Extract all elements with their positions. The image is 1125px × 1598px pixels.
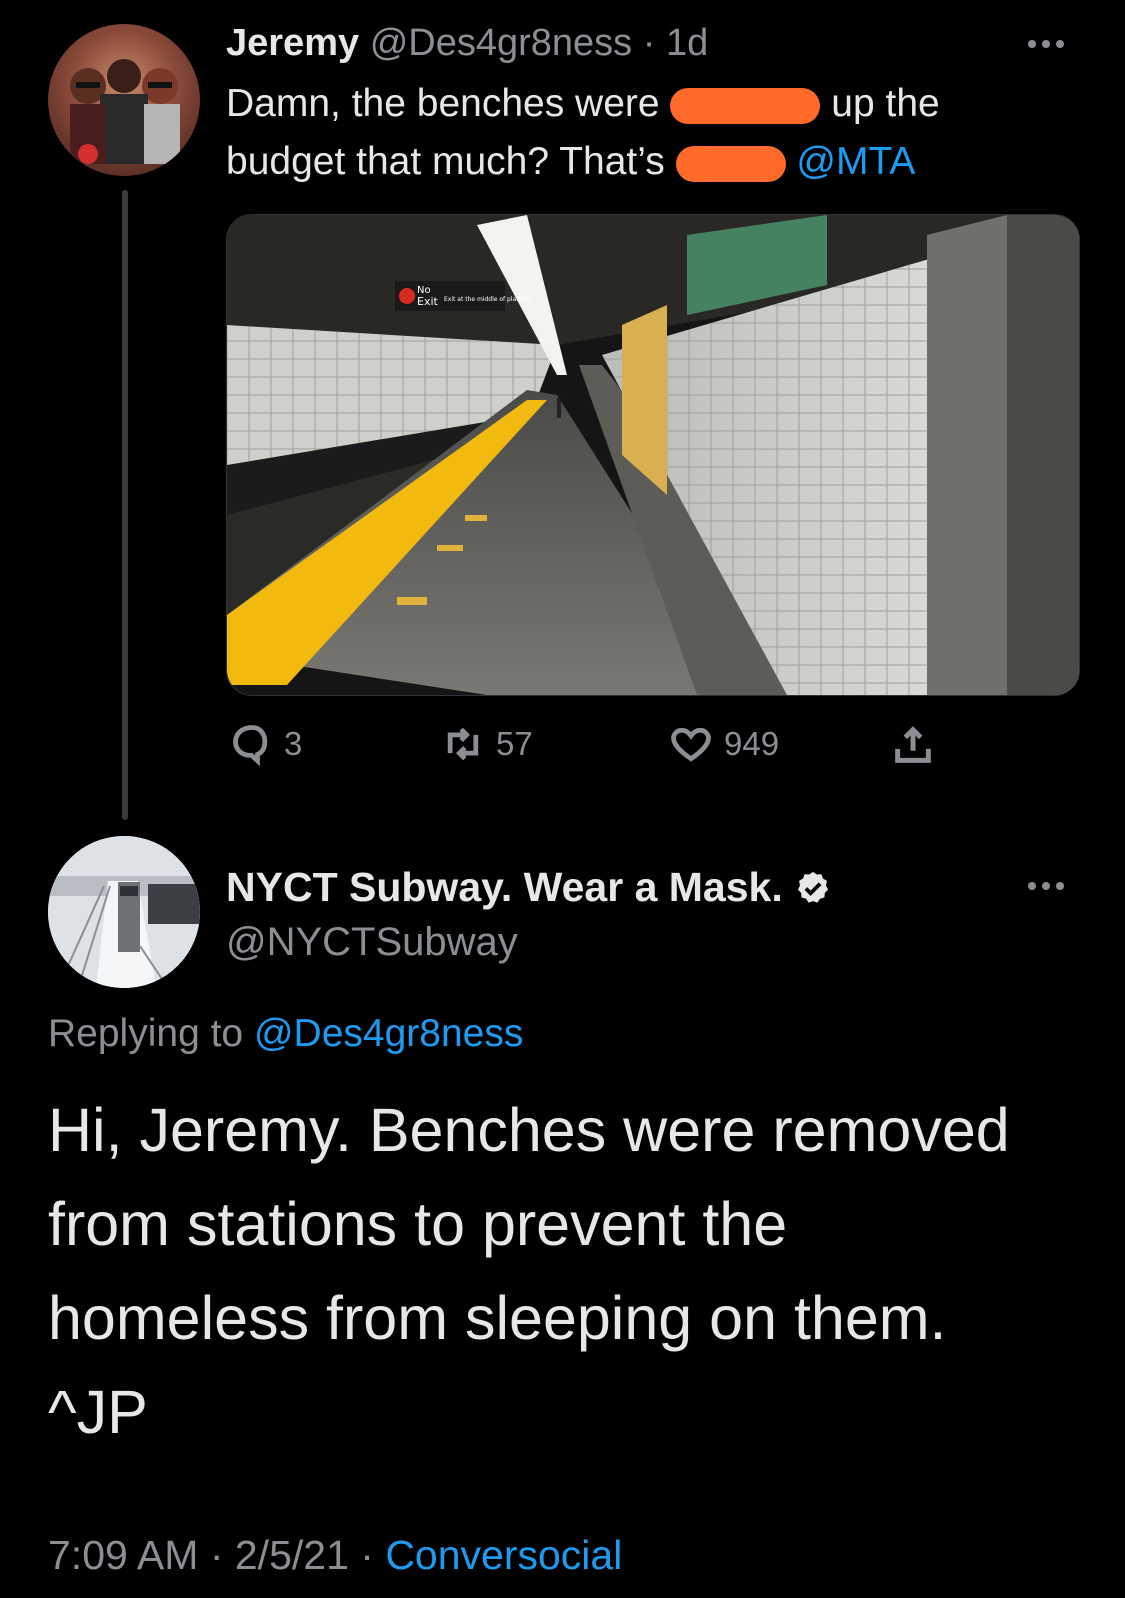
tweet1-time[interactable]: 1d (666, 22, 708, 64)
verified-badge-icon (798, 871, 829, 903)
tweet1-text-part1: Damn, the benches were (226, 82, 660, 125)
heart-icon (671, 727, 711, 762)
reply-button[interactable]: 3 (230, 722, 302, 766)
retweet-icon (447, 727, 479, 761)
tweet1-handle[interactable]: @Des4gr8ness (370, 22, 632, 64)
tweet2-body: Hi, Jeremy. Benches were removed from st… (48, 1083, 1010, 1459)
tweet1-text-part3: budget that much? That’s (226, 140, 665, 183)
photo-sign-text: Exit at the middle of platform (444, 296, 533, 303)
replying-to: Replying to @Des4gr8ness (48, 1010, 523, 1058)
avatar-people-image (70, 59, 180, 164)
tweet2-time[interactable]: 7:09 AM (48, 1532, 198, 1578)
tweet2-body-line1: Hi, Jeremy. Benches were removed (48, 1096, 1010, 1164)
tweet1-text: Damn, the benches were up the budget tha… (226, 75, 1066, 191)
tweet2-source[interactable]: Conversocial (385, 1532, 622, 1578)
tweet2-display-name[interactable]: NYCT Subway. Wear a Mask. (226, 862, 832, 912)
tweet2-body-line3: homeless from sleeping on them. (48, 1284, 947, 1352)
reply-count: 3 (284, 725, 303, 762)
reply-icon (233, 725, 268, 766)
tweet1-more-icon[interactable] (1028, 40, 1064, 48)
tweet1-separator: · (632, 22, 666, 64)
avatar-nyct-subway[interactable] (48, 836, 200, 988)
redaction-mark (670, 87, 821, 124)
thread-line (122, 190, 128, 820)
retweet-button[interactable]: 57 (440, 722, 533, 766)
replying-to-handle[interactable]: @Des4gr8ness (254, 1012, 523, 1055)
like-count: 949 (724, 725, 780, 762)
tweet1-header: Jeremy @Des4gr8ness · 1d (226, 20, 708, 66)
like-button[interactable]: 949 (668, 722, 779, 766)
avatar-jeremy[interactable] (48, 24, 200, 176)
tweet2-handle[interactable]: @NYCTSubway (226, 918, 518, 966)
replying-to-label: Replying to (48, 1012, 244, 1055)
share-icon (895, 726, 931, 763)
redaction-mark (675, 145, 786, 182)
mention-mta[interactable]: @MTA (796, 140, 915, 183)
avatar-snowy-train-image (48, 836, 200, 988)
tweet2-display-name-text: NYCT Subway. Wear a Mask. (226, 864, 783, 910)
tweet1-photo[interactable]: No Exit Exit at the middle of platform (226, 214, 1080, 696)
tweet1-display-name[interactable]: Jeremy (226, 22, 359, 64)
tweet2-separator: · (198, 1532, 235, 1578)
tweet2-more-icon[interactable] (1028, 882, 1064, 890)
tweet2-separator: · (348, 1532, 386, 1578)
subway-platform-image: No Exit Exit at the middle of platform (227, 215, 1079, 695)
tweet2-body-line2: from stations to prevent the (48, 1190, 788, 1258)
tweet1-text-part2: up the (831, 82, 940, 125)
tweet2-body-line4: ^JP (48, 1378, 148, 1446)
tweet2-meta: 7:09 AM · 2/5/21 · Conversocial (48, 1530, 622, 1580)
tweet2-date[interactable]: 2/5/21 (235, 1532, 349, 1578)
share-button[interactable] (890, 722, 936, 768)
photo-sign-exit: Exit (417, 295, 439, 308)
retweet-count: 57 (496, 725, 533, 762)
